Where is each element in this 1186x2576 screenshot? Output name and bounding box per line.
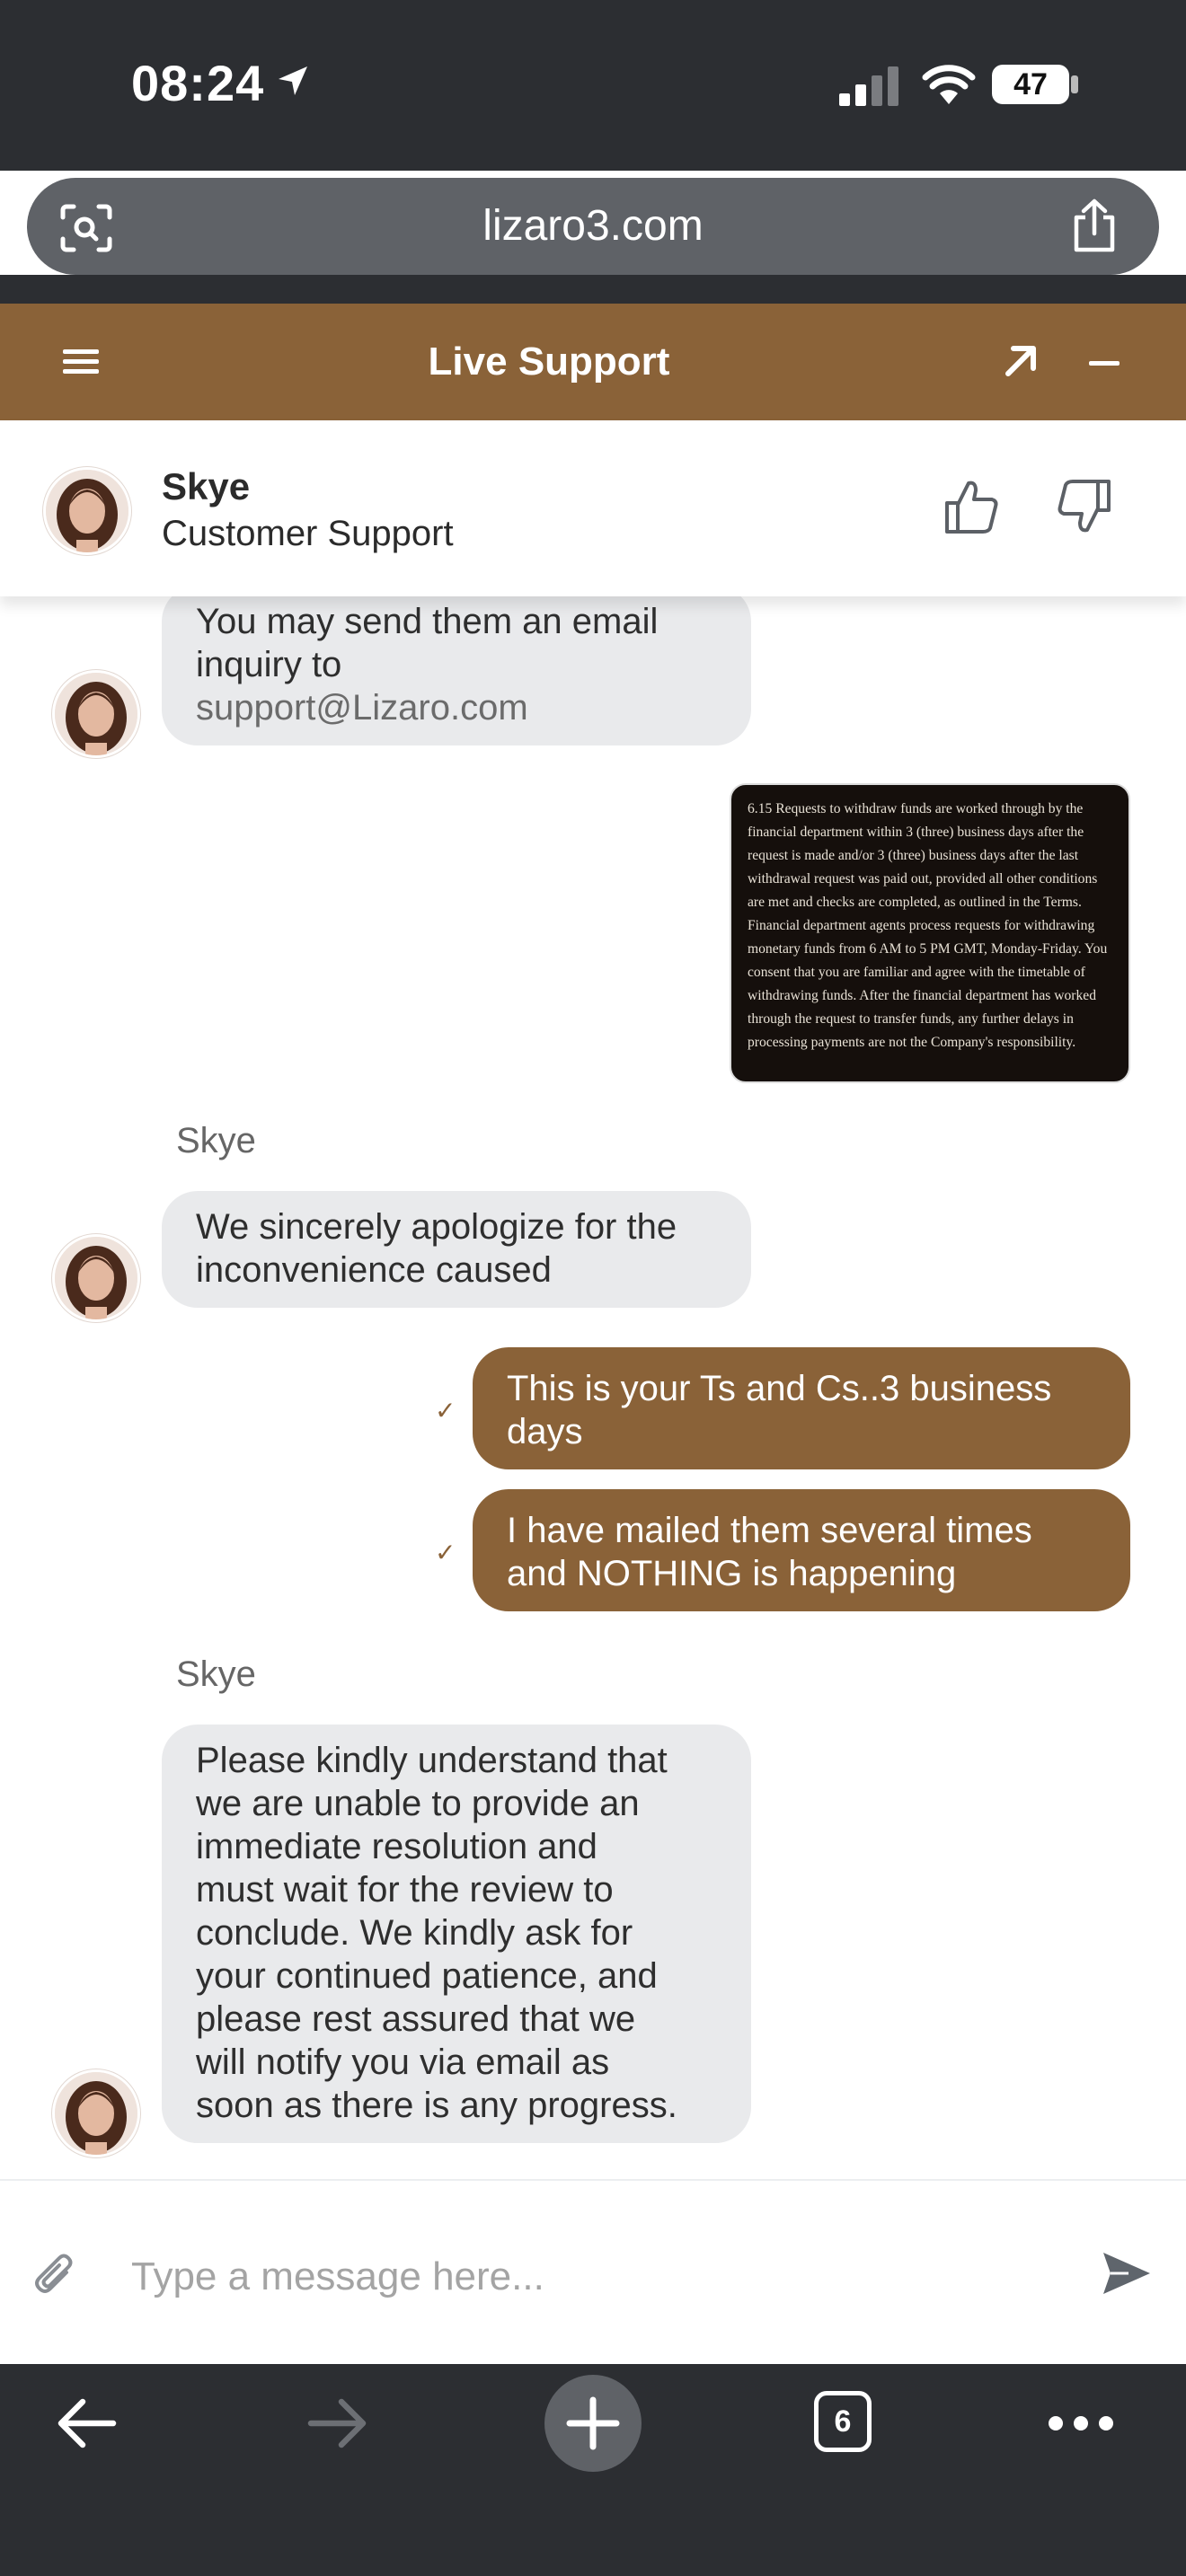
share-icon[interactable] [1069,198,1120,253]
agent-card [0,420,1186,596]
new-tab-button[interactable] [544,2375,642,2472]
tabs-icon[interactable]: 6 [814,2391,872,2452]
forward-icon[interactable] [305,2395,370,2452]
status-time: 08:24 [131,55,265,111]
outgoing-message: This is your Ts and Cs..3 business days [473,1347,1130,1469]
chat-title: Live Support [428,340,670,384]
sender-name: Skye [176,1654,256,1694]
message-line: immediate resolution and [196,1827,597,1866]
send-icon[interactable] [1102,2251,1152,2296]
signal-icon [839,66,898,106]
agent-role: Customer Support [162,514,454,553]
message-line: soon as there is any progress. [196,2086,677,2125]
agent-name: Skye [162,465,251,507]
message-line: inconvenience caused [196,1250,552,1290]
avatar [52,670,140,758]
thumbs-up-icon[interactable] [943,478,999,535]
message-line: inquiry to [196,645,342,684]
attachment-text: 6.15 Requests to withdraw funds are work… [748,801,1108,1050]
visual-search-icon[interactable] [59,203,113,253]
new-tab-icon [566,2396,620,2450]
avatar [52,1234,140,1322]
sender-name: Skye [176,1121,256,1160]
message-line: conclude. We kindly ask for [196,1913,633,1953]
message-input[interactable] [131,2236,1066,2317]
message-line: We sincerely apologize for the [196,1207,677,1247]
message-line: please rest assured that we [196,1999,636,2039]
avatar [43,467,131,555]
message-line: will notify you via email as [196,2042,610,2082]
battery-icon: 47 [992,65,1069,104]
incoming-message: You may send them an email inquiry to su… [162,596,751,745]
message-line: This is your Ts and Cs..3 business [507,1369,1052,1408]
sent-check-icon: ✓ [435,1397,456,1425]
message-line: days [507,1412,583,1451]
wifi-icon [922,65,976,104]
back-icon[interactable] [54,2395,119,2452]
message-line: and NOTHING is happening [507,1554,957,1593]
message-line: I have mailed them several times [507,1511,1032,1550]
more-icon[interactable] [1048,2415,1114,2431]
message-line: Please kindly understand that [196,1741,668,1780]
battery-nub [1071,75,1078,93]
image-attachment[interactable]: 6.15 Requests to withdraw funds are work… [730,783,1130,1083]
email-link[interactable]: support@Lizaro.com [196,686,717,729]
attach-icon[interactable] [32,2253,77,2301]
location-arrow-icon [279,66,307,95]
browser-chrome-divider [0,275,1186,304]
incoming-message: We sincerely apologize for the inconveni… [162,1191,751,1308]
avatar [52,2069,140,2157]
message-line: You may send them an email [196,602,659,641]
expand-icon[interactable] [1001,341,1040,381]
message-line: must wait for the review to [196,1870,614,1910]
minimize-icon[interactable] [1089,361,1120,366]
sent-check-icon: ✓ [435,1539,456,1566]
incoming-message: Please kindly understand that we are una… [162,1725,751,2143]
message-line: we are unable to provide an [196,1784,640,1823]
thumbs-down-icon[interactable] [1057,478,1112,535]
message-line: your continued patience, and [196,1956,658,1996]
outgoing-message: I have mailed them several times and NOT… [473,1489,1130,1611]
url-text[interactable]: lizaro3.com [0,178,1186,275]
